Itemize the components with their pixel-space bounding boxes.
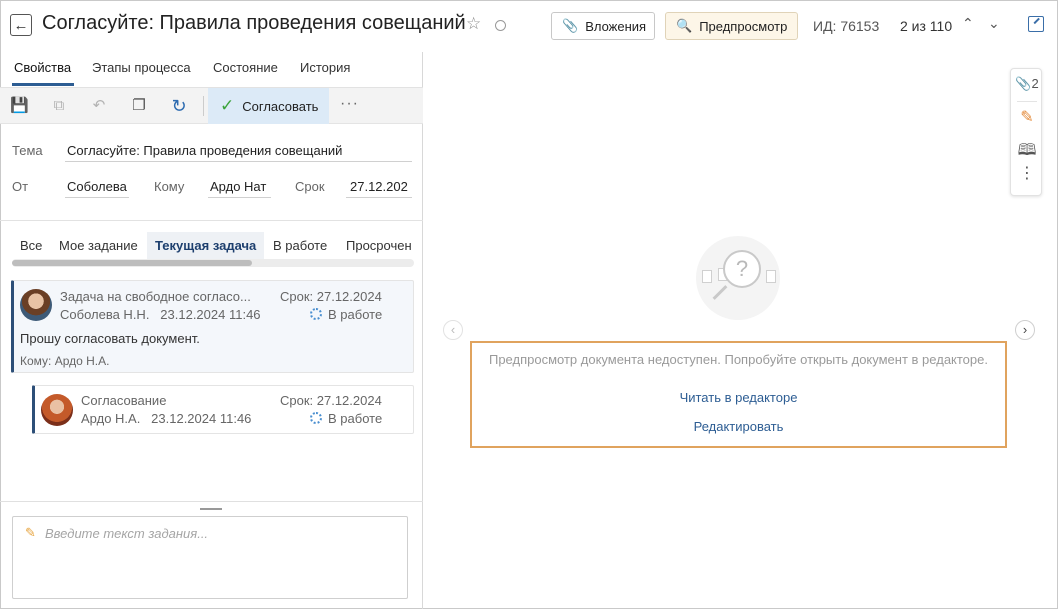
attachments-count-button[interactable]: 📎2 xyxy=(1011,76,1043,92)
checkmark-icon: ✓ xyxy=(220,96,235,115)
copy-icon[interactable]: ❐ xyxy=(130,97,148,115)
record-counter: 2 из 110 xyxy=(900,18,953,34)
toolbar-separator xyxy=(203,96,204,116)
filter-overdue[interactable]: Просрочен xyxy=(346,232,416,259)
subtask-due: Срок: 27.12.2024 xyxy=(280,393,382,408)
task-title: Задача на свободное согласо... xyxy=(60,289,251,304)
back-arrow-icon[interactable]: ← xyxy=(10,14,32,36)
task-author: Соболева Н.Н. 23.12.2024 11:46 xyxy=(60,307,261,322)
magnifier-question-icon: ? xyxy=(696,236,780,320)
task-status-label: В работе xyxy=(328,307,383,322)
due-label: Срок xyxy=(295,179,325,194)
attachments-count: 2 xyxy=(1031,76,1039,91)
tab-state[interactable]: Состояние xyxy=(213,60,278,75)
to-label: Кому xyxy=(154,179,185,194)
task-text-input[interactable]: ✎ Введите текст задания... xyxy=(12,516,408,599)
header: ← Согласуйте: Правила проведения совещан… xyxy=(0,0,1058,52)
to-field[interactable]: Ардо Нат xyxy=(208,179,271,198)
save-close-icon[interactable]: ⧉ xyxy=(50,97,68,115)
avatar xyxy=(41,394,73,426)
task-due: Срок: 27.12.2024 xyxy=(280,289,382,304)
doc-icon xyxy=(702,270,712,283)
subtask-date: 23.12.2024 11:46 xyxy=(151,411,252,426)
input-divider xyxy=(0,501,423,502)
filter-in-progress[interactable]: В работе xyxy=(273,232,327,259)
subtask-status-label: В работе xyxy=(328,411,383,426)
tab-history[interactable]: История xyxy=(300,60,350,75)
preview-panel: 📎2 ✎ 🕮 ⋮ ? ‹ › Предпросмотр документа не… xyxy=(424,52,1058,609)
task-recipient: Кому: Ардо Н.А. xyxy=(20,354,110,368)
preview-button-label: Предпросмотр xyxy=(699,18,788,34)
next-page-arrow-icon[interactable]: › xyxy=(1015,320,1035,340)
from-field[interactable]: Соболева xyxy=(65,179,129,198)
preview-doc-icon: 🔍 xyxy=(676,18,693,33)
chevron-up-icon[interactable]: ⌃ xyxy=(962,15,974,32)
active-tab-indicator xyxy=(12,83,74,86)
subtask-card[interactable]: Согласование Срок: 27.12.2024 Ардо Н.А. … xyxy=(32,385,414,434)
task-date: 23.12.2024 11:46 xyxy=(160,307,261,322)
subtask-author: Ардо Н.А. 23.12.2024 11:46 xyxy=(81,411,251,426)
filter-all[interactable]: Все xyxy=(20,232,42,259)
preview-unavailable-notice: Предпросмотр документа недоступен. Попро… xyxy=(470,341,1007,448)
prev-page-arrow-icon[interactable]: ‹ xyxy=(443,320,463,340)
chevron-down-icon[interactable]: ⌄ xyxy=(988,15,1000,32)
subtask-title: Согласование xyxy=(81,393,167,408)
filter-my-task[interactable]: Мое задание xyxy=(59,232,138,259)
undo-icon[interactable]: ↶ xyxy=(90,97,108,115)
more-options-icon[interactable]: ··· xyxy=(340,95,359,113)
paperclip-icon: 📎 xyxy=(562,18,579,33)
tab-process-stages[interactable]: Этапы процесса xyxy=(92,60,191,75)
read-in-editor-link[interactable]: Читать в редакторе xyxy=(472,390,1005,405)
question-mark-icon: ? xyxy=(723,250,761,288)
due-field[interactable]: 27.12.202 xyxy=(346,179,412,198)
rail-separator xyxy=(1017,101,1037,102)
subtask-status: В работе xyxy=(310,411,382,426)
avatar xyxy=(20,289,52,321)
refresh-icon[interactable]: ↻ xyxy=(170,97,188,115)
task-input-placeholder: Введите текст задания... xyxy=(45,526,209,541)
toolbar: 💾 ⧉ ↶ ❐ ↻ ✓ Согласовать ··· xyxy=(0,88,423,124)
section-divider xyxy=(0,220,423,221)
approve-button-label: Согласовать xyxy=(242,98,319,114)
attachments-button-label: Вложения xyxy=(585,18,647,34)
subject-label: Тема xyxy=(12,143,43,158)
status-circle-icon[interactable] xyxy=(495,20,506,31)
doc-icon xyxy=(766,270,776,283)
document-id: ИД: 76153 xyxy=(813,18,880,34)
edit-pencil-icon[interactable]: ✎ xyxy=(1011,107,1043,127)
left-panel: Свойства Этапы процесса Состояние Истори… xyxy=(0,52,423,609)
in-progress-icon xyxy=(310,308,322,320)
page-title: Согласуйте: Правила проведения совещаний xyxy=(42,12,466,34)
task-author-name: Соболева Н.Н. xyxy=(60,307,150,322)
magnifier-handle xyxy=(712,285,728,300)
side-rail: 📎2 ✎ 🕮 ⋮ xyxy=(1010,68,1042,196)
approve-button[interactable]: ✓ Согласовать xyxy=(208,88,329,124)
filters-scrollbar-thumb[interactable] xyxy=(12,260,252,266)
task-status: В работе xyxy=(310,307,382,322)
tab-bar: Свойства Этапы процесса Состояние Истори… xyxy=(0,52,423,88)
paperclip-icon: 📎 xyxy=(1015,76,1032,91)
pencil-icon: ✎ xyxy=(25,525,36,540)
task-card[interactable]: Задача на свободное согласо... Срок: 27.… xyxy=(11,280,414,373)
subtask-author-name: Ардо Н.А. xyxy=(81,411,141,426)
task-message: Прошу согласовать документ. xyxy=(20,331,200,346)
preview-button[interactable]: 🔍 Предпросмотр xyxy=(665,12,798,40)
in-progress-icon xyxy=(310,412,322,424)
attachments-button[interactable]: 📎 Вложения xyxy=(551,12,655,40)
save-icon[interactable]: 💾 xyxy=(10,97,29,115)
from-label: От xyxy=(12,179,29,194)
resize-grip[interactable] xyxy=(200,508,222,510)
edit-link[interactable]: Редактировать xyxy=(472,419,1005,434)
open-external-icon[interactable] xyxy=(1028,16,1044,32)
tab-properties[interactable]: Свойства xyxy=(14,60,71,75)
preview-unavailable-text: Предпросмотр документа недоступен. Попро… xyxy=(488,352,988,367)
more-vertical-icon[interactable]: ⋮ xyxy=(1011,166,1043,182)
book-icon[interactable]: 🕮 xyxy=(1011,139,1043,166)
star-icon[interactable]: ☆ xyxy=(466,14,481,34)
subject-field[interactable]: Согласуйте: Правила проведения совещаний xyxy=(65,143,412,162)
filter-current-task[interactable]: Текущая задача xyxy=(147,232,265,259)
